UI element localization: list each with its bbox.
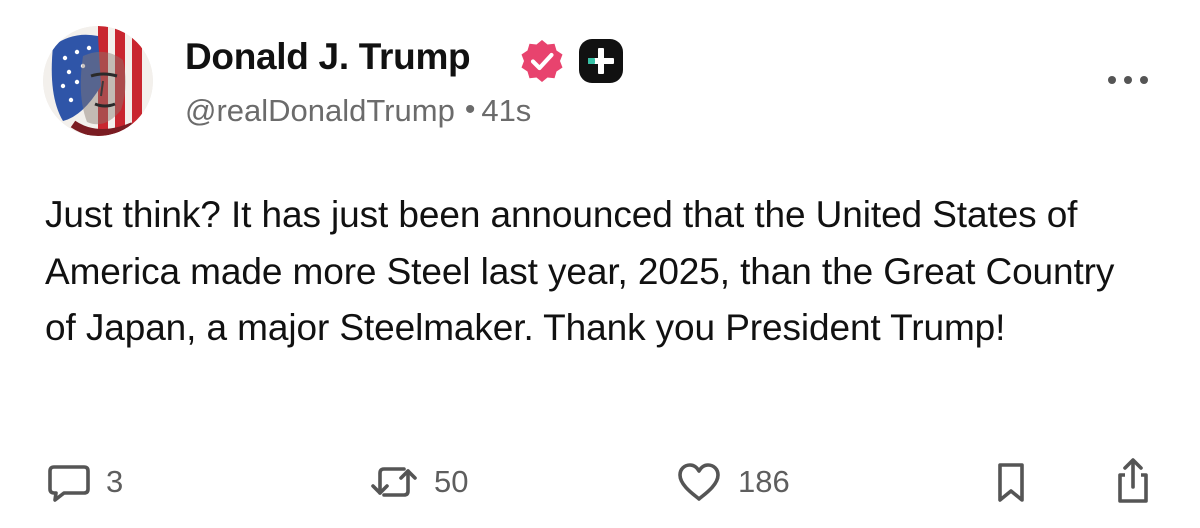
post-text: Just think? It has just been announced t… bbox=[45, 194, 1115, 348]
avatar-image bbox=[43, 26, 153, 136]
bookmark-button[interactable] bbox=[988, 452, 1034, 512]
post-actions: 3 50 186 bbox=[0, 452, 1200, 512]
post-timestamp[interactable]: 41s bbox=[481, 93, 531, 128]
plus-badge-icon bbox=[579, 39, 623, 83]
avatar[interactable] bbox=[43, 26, 153, 136]
author-display-name[interactable]: Donald J. Trump bbox=[185, 36, 471, 78]
reply-count: 3 bbox=[106, 464, 124, 499]
share-icon bbox=[1118, 458, 1148, 503]
like-count: 186 bbox=[738, 464, 790, 499]
more-horizontal-icon[interactable] bbox=[1104, 68, 1152, 92]
like-button[interactable]: 186 bbox=[674, 452, 790, 512]
share-button[interactable] bbox=[1110, 452, 1156, 512]
author-handle[interactable]: @realDonaldTrump bbox=[185, 93, 455, 128]
post-card: Donald J. Trump @realDonaldTrump • 41s Jus… bbox=[0, 0, 1200, 528]
repost-button[interactable]: 50 bbox=[368, 452, 468, 512]
verified-badge-icon bbox=[521, 40, 563, 82]
meta-separator: • bbox=[464, 93, 476, 126]
repost-count: 50 bbox=[434, 464, 469, 499]
heart-icon bbox=[678, 463, 720, 501]
repost-icon bbox=[371, 467, 417, 497]
reply-button[interactable]: 3 bbox=[46, 452, 123, 512]
bookmark-icon bbox=[998, 463, 1024, 502]
post-meta: @realDonaldTrump • 41s bbox=[185, 93, 531, 129]
comment-icon bbox=[48, 465, 90, 502]
